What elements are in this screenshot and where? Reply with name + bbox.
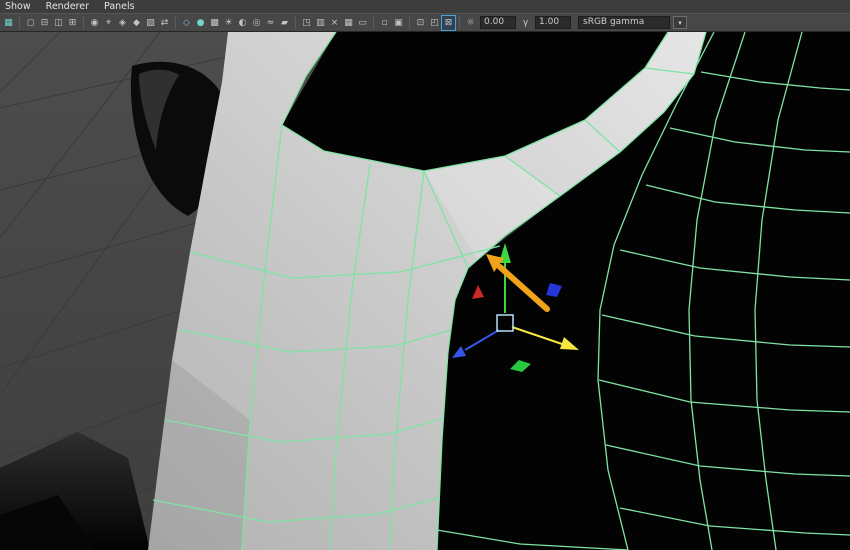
gate-mask-icon[interactable]: ▣ bbox=[392, 16, 405, 30]
pan-zoom-icon[interactable]: ⇄ bbox=[158, 16, 171, 30]
smooth-shade-icon[interactable]: ● bbox=[194, 16, 207, 30]
viewport-canvas bbox=[0, 32, 850, 550]
safe-action-icon[interactable]: ◰ bbox=[428, 16, 441, 30]
wireframe-mode-icon[interactable]: ◇ bbox=[180, 16, 193, 30]
toolbar-separator bbox=[19, 16, 20, 29]
toolbar-separator bbox=[373, 16, 374, 29]
panel-toolbar: ▦ ◻ ⊟ ◫ ⊞ ◉ ⌖ ◈ ◆ ▨ ⇄ ◇ ● ▩ ☀ ◐ ◎ ≈ ▰ ◳ … bbox=[0, 13, 850, 32]
safe-title-icon[interactable]: ⊠ bbox=[441, 14, 456, 31]
panel-menu-bar: Show Renderer Panels bbox=[0, 0, 850, 13]
anti-aliasing-icon[interactable]: ▰ bbox=[278, 16, 291, 30]
menu-panels[interactable]: Panels bbox=[104, 0, 135, 13]
menu-show[interactable]: Show bbox=[5, 0, 31, 13]
gamma-icon[interactable]: γ bbox=[519, 16, 532, 30]
ambient-occlusion-icon[interactable]: ◎ bbox=[250, 16, 263, 30]
toolbar-separator bbox=[409, 16, 410, 29]
menu-renderer[interactable]: Renderer bbox=[46, 0, 89, 13]
shadows-icon[interactable]: ◐ bbox=[236, 16, 249, 30]
four-pane-icon[interactable]: ⊞ bbox=[66, 16, 79, 30]
camera-select-icon[interactable]: ◉ bbox=[88, 16, 101, 30]
two-pane-side-icon[interactable]: ◫ bbox=[52, 16, 65, 30]
resolution-gate-icon[interactable]: ▫ bbox=[378, 16, 391, 30]
film-gate-icon[interactable]: ▭ bbox=[356, 16, 369, 30]
field-chart-icon[interactable]: ⊡ bbox=[414, 16, 427, 30]
xray-joints-icon[interactable]: × bbox=[328, 16, 341, 30]
toolbar-separator bbox=[83, 16, 84, 29]
bookmarks-icon[interactable]: ◆ bbox=[130, 16, 143, 30]
menu-grid-icon[interactable]: ▦ bbox=[2, 16, 15, 30]
use-all-lights-icon[interactable]: ☀ bbox=[222, 16, 235, 30]
xray-icon[interactable]: ▥ bbox=[314, 16, 327, 30]
single-pane-icon[interactable]: ◻ bbox=[24, 16, 37, 30]
image-plane-icon[interactable]: ▨ bbox=[144, 16, 157, 30]
toolbar-separator bbox=[459, 16, 460, 29]
camera-lock-icon[interactable]: ⌖ bbox=[102, 16, 115, 30]
isolate-select-icon[interactable]: ◳ bbox=[300, 16, 313, 30]
chevron-down-icon[interactable]: ▾ bbox=[673, 16, 687, 29]
exposure-icon[interactable]: ☼ bbox=[464, 16, 477, 30]
exposure-field[interactable]: 0.00 bbox=[480, 16, 516, 29]
motion-blur-icon[interactable]: ≈ bbox=[264, 16, 277, 30]
two-pane-stacked-icon[interactable]: ⊟ bbox=[38, 16, 51, 30]
maya-viewport-panel: Show Renderer Panels ▦ ◻ ⊟ ◫ ⊞ ◉ ⌖ ◈ ◆ ▨… bbox=[0, 0, 850, 550]
textured-mode-icon[interactable]: ▩ bbox=[208, 16, 221, 30]
grid-toggle-icon[interactable]: ▦ bbox=[342, 16, 355, 30]
view-transform-select[interactable]: sRGB gamma bbox=[578, 16, 670, 29]
toolbar-separator bbox=[295, 16, 296, 29]
camera-attributes-icon[interactable]: ◈ bbox=[116, 16, 129, 30]
gamma-field[interactable]: 1.00 bbox=[535, 16, 571, 29]
toolbar-separator bbox=[175, 16, 176, 29]
viewport-3d[interactable] bbox=[0, 32, 850, 550]
